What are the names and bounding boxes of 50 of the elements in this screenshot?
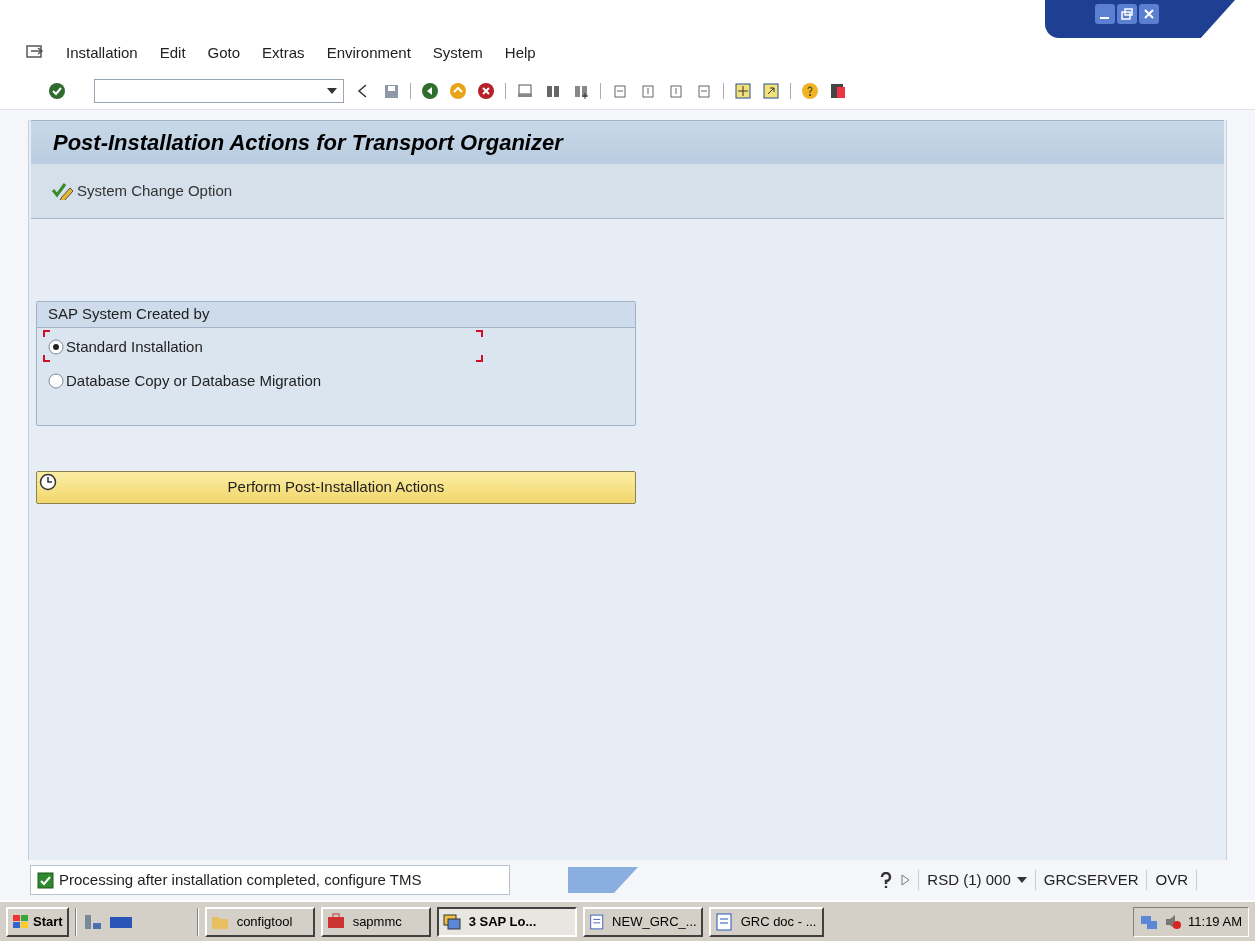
menu-item[interactable]: Goto xyxy=(207,41,241,64)
clock: 11:19 AM xyxy=(1188,912,1242,931)
check-pencil-icon xyxy=(51,182,75,200)
print-icon[interactable] xyxy=(516,81,534,100)
server-name: GRCSERVER xyxy=(1043,869,1139,890)
document-icon xyxy=(714,912,733,931)
menu-item[interactable]: Installation xyxy=(66,41,138,64)
checkmark-icon[interactable] xyxy=(48,81,66,100)
radio-option[interactable]: Standard Installation xyxy=(48,336,635,359)
radio-button[interactable] xyxy=(48,372,64,389)
shortcut-icon[interactable] xyxy=(762,81,780,100)
taskbar-button[interactable]: sapmmc xyxy=(320,906,431,937)
minimize-icon[interactable] xyxy=(1095,4,1115,24)
perform-button[interactable]: Perform Post-Installation Actions xyxy=(36,471,636,504)
cancel-icon[interactable] xyxy=(477,81,495,100)
document-icon xyxy=(588,912,605,931)
taskbar-button[interactable]: configtool xyxy=(204,906,315,937)
window-stack-icon xyxy=(442,912,461,931)
taskbar-button[interactable]: GRC doc - ... xyxy=(708,906,824,937)
system-change-option-button[interactable]: System Change Option xyxy=(51,179,233,203)
back-icon[interactable] xyxy=(421,81,439,100)
screen-title: Post-Installation Actions for Transport Organizer xyxy=(31,120,1224,164)
help-icon[interactable] xyxy=(801,81,819,100)
menu-item[interactable]: System xyxy=(432,41,483,64)
dropdown-icon[interactable] xyxy=(327,87,337,94)
menu-item[interactable]: Extras xyxy=(262,41,305,64)
system-info[interactable]: RSD (1) 000 xyxy=(927,868,1027,892)
taskbar-button[interactable]: 3 SAP Lo... xyxy=(436,906,577,937)
group-title: SAP System Created by xyxy=(37,302,635,328)
menu-icon[interactable] xyxy=(26,45,44,61)
menu-item[interactable]: Help xyxy=(504,41,536,64)
radio-option[interactable]: Database Copy or Database Migration xyxy=(48,369,635,392)
radio-button[interactable] xyxy=(48,339,64,356)
toolbox-icon xyxy=(326,912,345,931)
menu-item[interactable]: Edit xyxy=(159,41,186,64)
menu-item[interactable]: Environment xyxy=(326,41,411,64)
restore-icon[interactable] xyxy=(1117,4,1137,24)
start-button[interactable]: Start xyxy=(6,906,69,937)
clock-icon xyxy=(39,473,57,491)
help-key-icon[interactable] xyxy=(879,872,894,888)
volume-muted-icon[interactable] xyxy=(1164,912,1183,931)
status-message: Processing after installation completed, configure TMS xyxy=(30,865,510,895)
expand-triangle-icon[interactable] xyxy=(901,874,911,886)
windows-logo-icon xyxy=(12,913,30,930)
command-field[interactable] xyxy=(94,78,344,103)
close-icon[interactable] xyxy=(1139,4,1159,24)
taskbar-button[interactable]: NEW_GRC_... xyxy=(582,906,703,937)
new-session-icon[interactable] xyxy=(734,81,752,100)
dropdown-icon[interactable] xyxy=(1016,877,1027,883)
insert-mode: OVR xyxy=(1155,869,1188,890)
